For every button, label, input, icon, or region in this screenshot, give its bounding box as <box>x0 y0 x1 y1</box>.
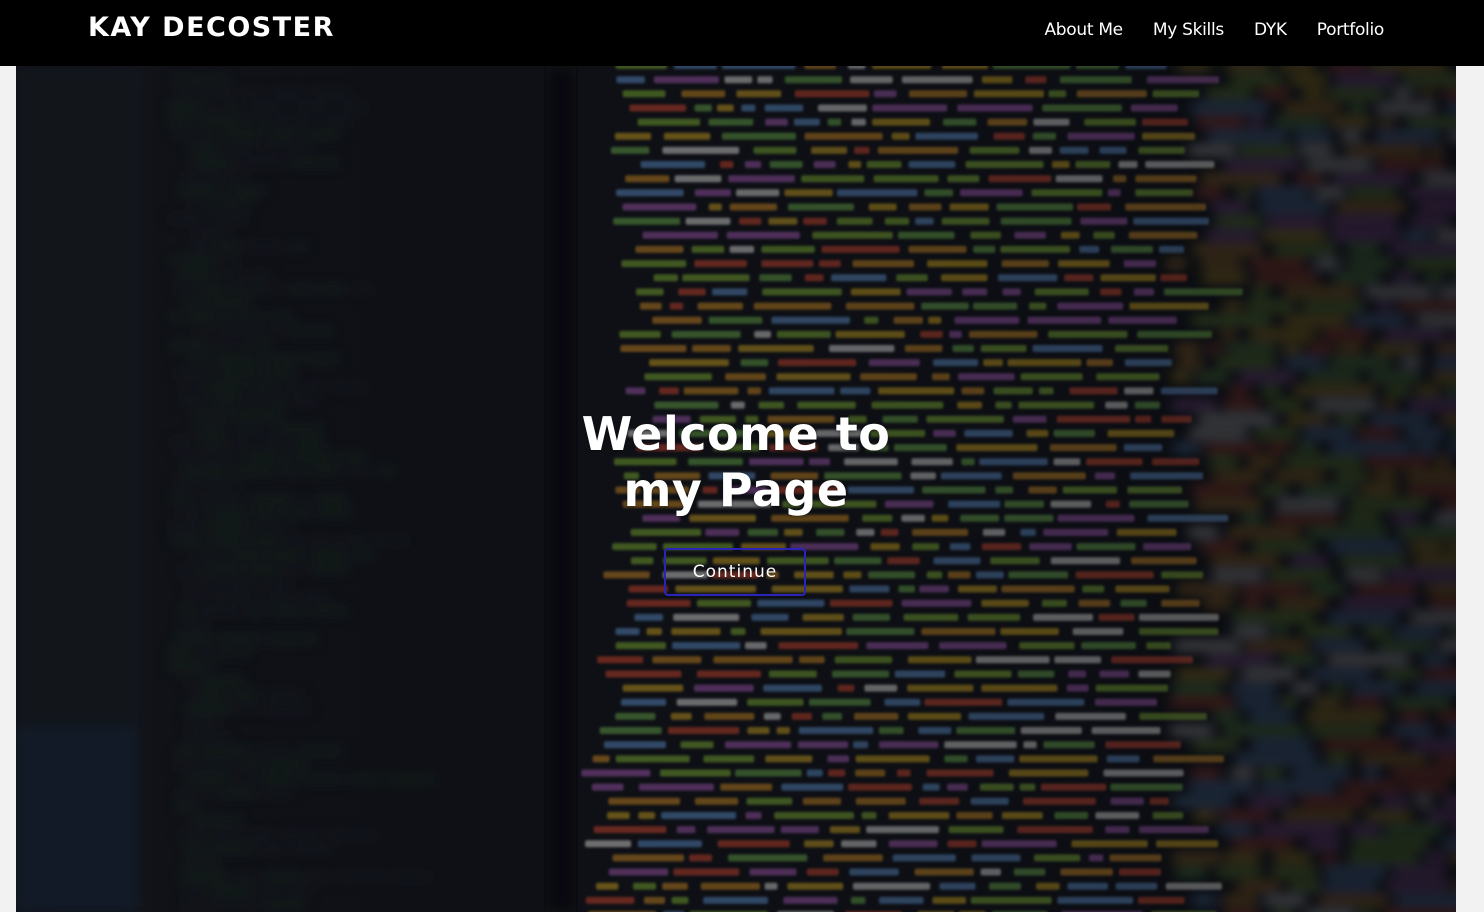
hero-section: Welcome to my Page Continue <box>16 66 1456 912</box>
navbar: KAY DECOSTER About Me My Skills DYK Port… <box>0 0 1484 66</box>
hero-title: Welcome to my Page <box>581 407 891 517</box>
nav-link-dyk[interactable]: DYK <box>1254 20 1287 40</box>
nav-link-portfolio[interactable]: Portfolio <box>1317 20 1385 40</box>
nav-link-about-me[interactable]: About Me <box>1044 20 1123 40</box>
nav-links: About Me My Skills DYK Portfolio <box>1044 20 1384 40</box>
continue-button[interactable]: Continue <box>664 548 806 596</box>
nav-link-my-skills[interactable]: My Skills <box>1153 20 1224 40</box>
brand-logo[interactable]: KAY DECOSTER <box>88 12 335 43</box>
